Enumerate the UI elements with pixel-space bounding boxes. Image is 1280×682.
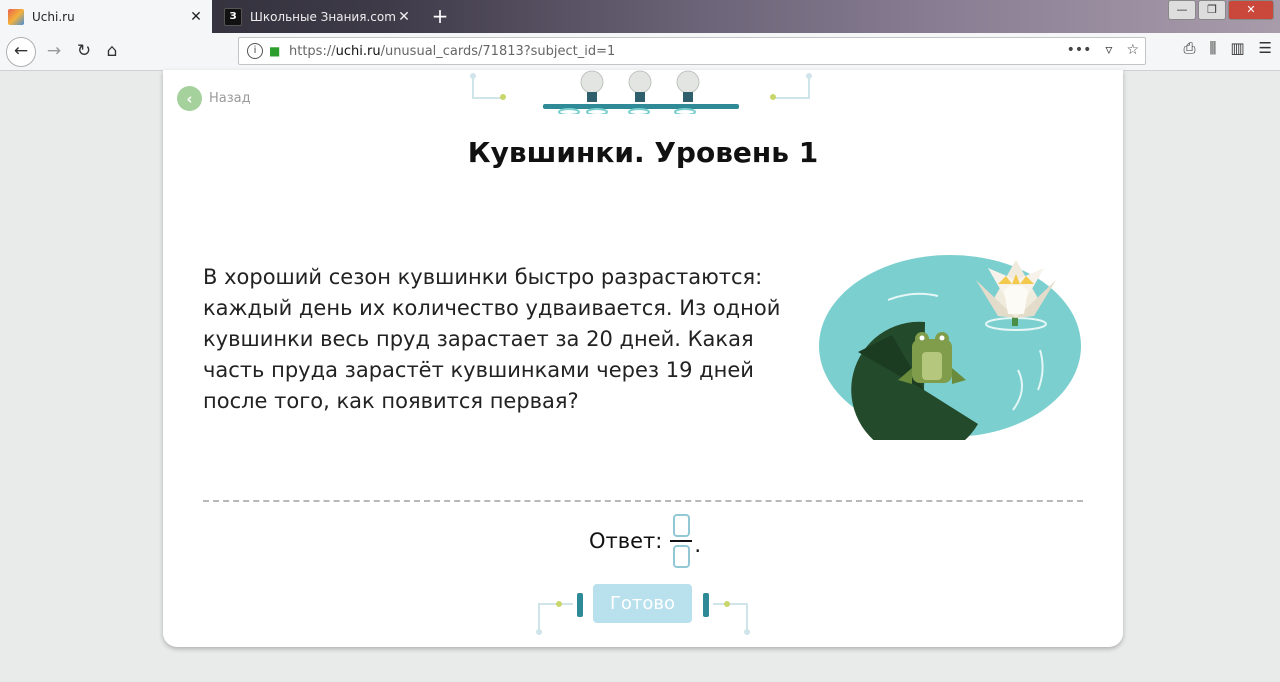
uchi-favicon-icon xyxy=(8,8,24,25)
pond-frog-lily-illustration xyxy=(819,255,1081,440)
fraction-input xyxy=(670,514,693,568)
close-icon[interactable]: ✕ xyxy=(188,9,204,25)
tab-bar: Uchi.ru ✕ З Школьные Знания.com - Реш ✕ … xyxy=(0,0,1280,33)
tab-title: Школьные Знания.com - Реш xyxy=(250,9,396,24)
back-link[interactable]: ‹ Назад xyxy=(177,86,251,111)
tab-uchi[interactable]: Uchi.ru ✕ xyxy=(0,0,212,33)
nav-bar: ← → ↻ ⌂ i ■ https://uchi.ru/unusual_card… xyxy=(0,33,1280,71)
lock-icon: ■ xyxy=(269,44,281,58)
submit-button[interactable]: Готово xyxy=(593,584,692,623)
fraction-bar xyxy=(670,540,693,542)
close-icon[interactable]: ✕ xyxy=(396,9,412,25)
tab-title: Uchi.ru xyxy=(32,9,75,24)
close-window-icon[interactable]: ✕ xyxy=(1228,0,1274,20)
new-tab-button[interactable]: + xyxy=(428,4,452,28)
menu-icon[interactable]: ☰ xyxy=(1259,39,1272,57)
task-card: ‹ Назад Кувшинки. Уровень 1 В хороший се… xyxy=(163,70,1123,647)
reload-icon[interactable]: ↻ xyxy=(70,37,98,65)
url-text[interactable]: https://uchi.ru/unusual_cards/71813?subj… xyxy=(289,44,615,59)
more-icon[interactable]: ••• xyxy=(1067,42,1092,58)
print-icon[interactable]: ⎙ xyxy=(1183,39,1195,57)
answer-period: . xyxy=(694,533,702,557)
chevron-left-icon: ‹ xyxy=(177,86,202,111)
forward-arrow-icon[interactable]: → xyxy=(40,37,68,65)
numerator-input[interactable] xyxy=(672,514,690,537)
maximize-icon[interactable]: ❐ xyxy=(1198,0,1226,20)
denominator-input[interactable] xyxy=(672,545,690,568)
home-icon[interactable]: ⌂ xyxy=(98,37,126,65)
divider xyxy=(203,500,1083,502)
window-controls: — ❐ ✕ xyxy=(1166,0,1274,20)
znania-favicon-icon: З xyxy=(224,7,242,26)
library-icon[interactable]: ⫼ xyxy=(1209,39,1216,57)
bookmark-star-icon[interactable]: ☆ xyxy=(1126,42,1139,58)
info-icon[interactable]: i xyxy=(247,43,263,59)
minimize-icon[interactable]: — xyxy=(1168,0,1196,20)
back-label: Назад xyxy=(209,91,251,106)
pocket-icon[interactable]: ▿ xyxy=(1105,42,1112,58)
page-title: Кувшинки. Уровень 1 xyxy=(467,136,819,169)
answer-label: Ответ: xyxy=(589,529,663,553)
answer-row: Ответ: . xyxy=(589,514,701,568)
back-arrow-icon[interactable]: ← xyxy=(6,37,36,67)
lightbulbs-decoration-icon xyxy=(470,70,812,114)
tab-znania[interactable]: З Школьные Знания.com - Реш ✕ xyxy=(216,0,420,33)
problem-text: В хороший сезон кувшинки быстро разраста… xyxy=(203,265,781,413)
sidebar-icon[interactable]: ▥ xyxy=(1230,39,1244,57)
url-bar[interactable]: i ■ https://uchi.ru/unusual_cards/71813?… xyxy=(238,37,1146,65)
